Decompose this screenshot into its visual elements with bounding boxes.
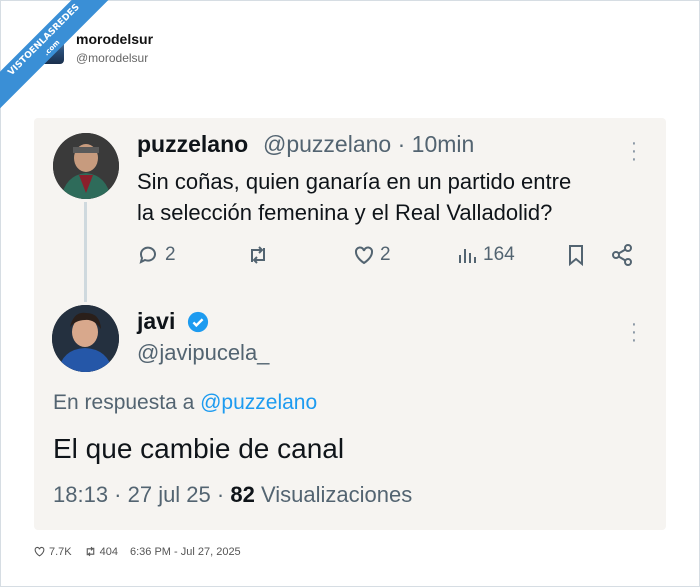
views-label: Visualizaciones [260,482,413,507]
javi-avatar[interactable] [52,305,119,372]
verified-badge-icon [187,311,209,333]
puzzelano-avatar[interactable] [53,133,119,199]
thread-connector [84,202,87,302]
footer-retweet-count: 404 [99,545,118,558]
puzzelano-meta[interactable]: @puzzelano · 10min [263,131,474,158]
puzzelano-tweet-text: Sin coñas, quien ganaría en un partido e… [137,166,637,228]
tweet-text-line: Sin coñas, quien ganaría en un partido e… [137,169,572,194]
share-icon [612,244,632,266]
reply-icon [139,246,156,264]
javi-tweet-text: El que cambie de canal [53,433,345,464]
footer-retweets[interactable]: 404 [84,545,118,558]
share-button[interactable] [610,240,634,270]
like-button[interactable]: 2 [352,240,391,270]
bookmark-button[interactable] [564,240,588,270]
watermark-line2: .com [42,38,62,58]
timestamp-text[interactable]: 18:13 · 27 jul 25 · [53,482,230,507]
more-options-icon[interactable]: · · · [629,133,639,169]
views-count: 164 [483,244,515,265]
reply-to-link[interactable]: @puzzelano [200,391,317,414]
retweet-icon [251,246,265,264]
retweet-icon [86,546,94,557]
watermark-text: VISTOENLASREDES .com [0,0,117,113]
tweet-text-line: la selección femenina y el Real Valladol… [137,200,553,225]
footer-likes[interactable]: 7.7K [33,545,72,558]
retweet-button[interactable] [246,240,270,270]
like-count: 2 [380,244,391,265]
javi-display-name[interactable]: javi [137,308,175,335]
bookmark-icon [569,245,583,267]
reply-prefix: En respuesta a [53,391,195,414]
footer-datetime[interactable]: 6:36 PM - Jul 27, 2025 [130,546,241,558]
reply-button[interactable]: 2 [137,240,176,270]
more-options-icon[interactable]: · · · [629,314,639,350]
watermark-ribbon: VISTOENLASREDES .com [0,0,120,120]
reply-count: 2 [165,244,176,265]
analytics-icon [459,249,476,263]
puzzelano-display-name[interactable]: puzzelano [137,131,248,158]
heart-icon [355,246,373,265]
views-count-bold: 82 [230,482,255,507]
footer-like-count: 7.7K [49,545,72,558]
heart-icon [34,546,45,557]
watermark-line1: VISTOENLASREDES [6,2,82,78]
tweet-timestamp: 18:13 · 27 jul 25 · 82 Visualizaciones [53,482,412,508]
javi-handle[interactable]: @javipucela_ [137,340,269,366]
embed-footer: 7.7K 404 6:36 PM - Jul 27, 2025 [33,545,241,558]
reply-context: En respuesta a @puzzelano [53,391,317,415]
views-button[interactable]: 164 [455,240,515,270]
